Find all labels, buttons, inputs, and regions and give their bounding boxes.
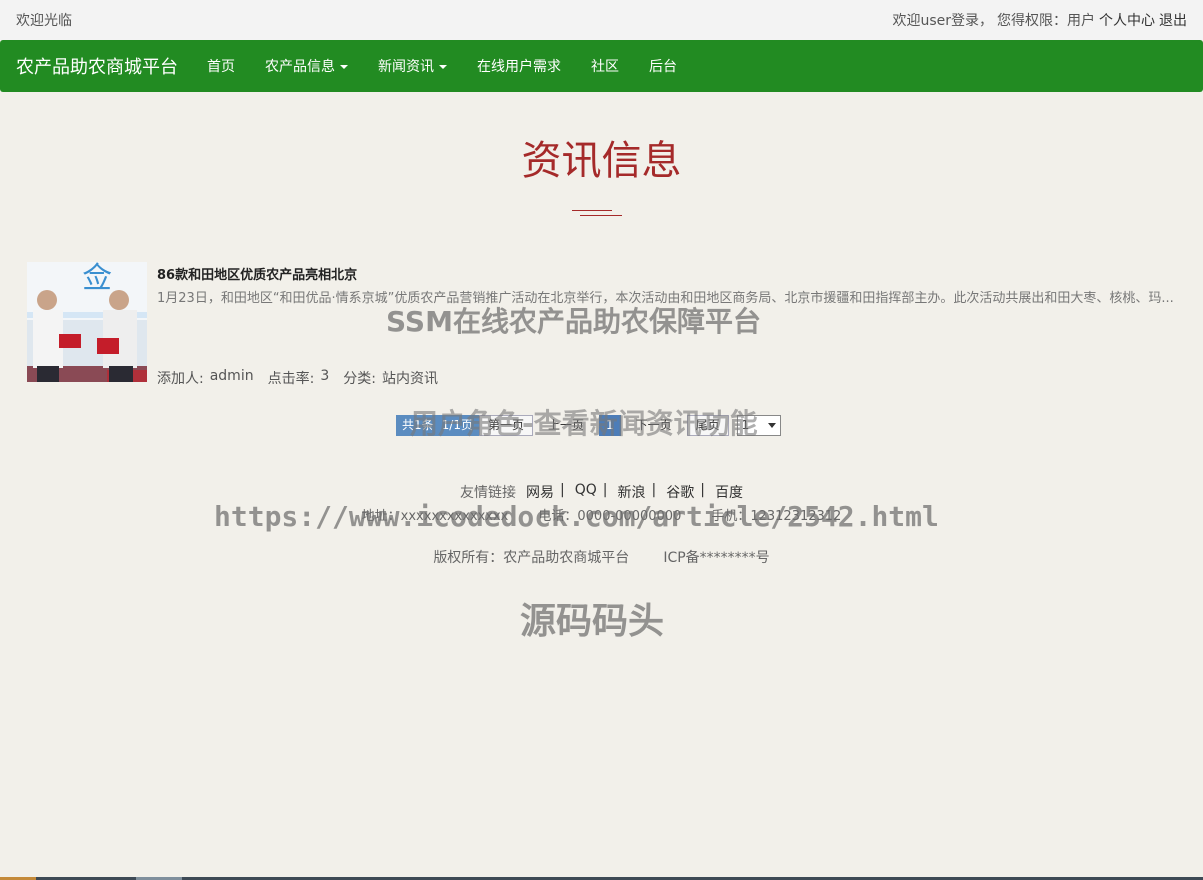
friend-links: 友情链接 网易 | QQ | 新浪 | 谷歌 | 百度 bbox=[0, 482, 1203, 502]
link-google[interactable]: 谷歌 bbox=[666, 482, 694, 502]
page-select-value: 1 bbox=[741, 418, 750, 432]
title-divider bbox=[572, 210, 622, 218]
mobile: 手机：12312312312 bbox=[711, 509, 842, 524]
thumb-glyph: 佥 bbox=[82, 262, 112, 296]
nav-admin-label: 后台 bbox=[649, 59, 677, 75]
news-photo-image: 佥 bbox=[27, 262, 147, 382]
friend-links-label: 友情链接 bbox=[460, 485, 517, 501]
top-bar: 欢迎光临 欢迎user登录， 您得权限：用户 个人中心 退出 bbox=[0, 0, 1203, 40]
phone: 电话：0000-00000000 bbox=[538, 509, 682, 524]
link-separator: | bbox=[651, 482, 657, 498]
link-qq[interactable]: QQ bbox=[575, 482, 597, 502]
user-info: 欢迎user登录， 您得权限：用户 个人中心 退出 bbox=[892, 10, 1187, 30]
main-navbar: 农产品助农商城平台 首页 农产品信息 新闻资讯 在线用户需求 社区 后台 bbox=[0, 40, 1203, 92]
nav-admin[interactable]: 后台 bbox=[634, 56, 692, 76]
link-netease[interactable]: 网易 bbox=[526, 482, 554, 502]
first-page-button[interactable]: 第一页 bbox=[478, 414, 533, 436]
personal-center-link[interactable]: 个人中心 bbox=[1099, 10, 1155, 30]
news-summary: 1月23日，和田地区“和田优品·情系京城”优质农产品营销推广活动在北京举行，本次… bbox=[157, 291, 1174, 306]
category-label: 分类: bbox=[343, 371, 376, 387]
added-by: 添加人: admin bbox=[157, 368, 254, 388]
prev-page-button[interactable]: 上一页 bbox=[539, 415, 593, 436]
added-by-label: 添加人: bbox=[157, 371, 204, 387]
address: 地址：xxxxxxxxxxxxxx bbox=[361, 509, 509, 524]
link-baidu[interactable]: 百度 bbox=[715, 482, 743, 502]
nav-community[interactable]: 社区 bbox=[576, 56, 634, 76]
click-count-value: 3 bbox=[320, 368, 330, 384]
news-thumbnail[interactable]: 佥 bbox=[27, 262, 147, 382]
caret-down-icon bbox=[439, 65, 447, 69]
added-by-value: admin bbox=[209, 368, 254, 384]
link-separator: | bbox=[602, 482, 608, 498]
news-meta: 添加人: admin 点击率: 3 分类: 站内资讯 bbox=[157, 368, 438, 388]
category-value: 站内资讯 bbox=[381, 371, 438, 387]
role-text: 您得权限：用户 bbox=[997, 13, 1095, 29]
current-page[interactable]: 1 bbox=[599, 414, 621, 436]
copyright-bar: 版权所有：农产品助农商城平台 ICP备********号 bbox=[0, 547, 1203, 567]
nav-community-label: 社区 bbox=[591, 59, 619, 75]
news-title[interactable]: 86款和田地区优质农产品亮相北京 bbox=[157, 264, 357, 283]
nav-products-dropdown[interactable]: 农产品信息 bbox=[250, 56, 363, 76]
welcome-text: 欢迎光临 bbox=[16, 13, 72, 29]
brand-logo[interactable]: 农产品助农商城平台 bbox=[16, 53, 178, 79]
next-page-button[interactable]: 下一页 bbox=[627, 415, 681, 436]
category: 分类: 站内资讯 bbox=[343, 368, 438, 388]
watermark-brand: 源码码头 bbox=[520, 601, 665, 642]
pagination: 共1条 1/1页 第一页 上一页 1 下一页 尾页 1 bbox=[396, 414, 781, 436]
last-page-button[interactable]: 尾页 bbox=[686, 414, 729, 436]
link-separator: | bbox=[560, 482, 565, 498]
contact-info: 地址：xxxxxxxxxxxxxx 电话：0000-00000000 手机：12… bbox=[0, 505, 1203, 524]
nav-home-label: 首页 bbox=[207, 59, 235, 75]
link-sina[interactable]: 新浪 bbox=[618, 482, 646, 502]
nav-news-dropdown[interactable]: 新闻资讯 bbox=[363, 56, 462, 76]
caret-down-icon bbox=[340, 65, 348, 69]
page-select[interactable]: 1 bbox=[736, 414, 781, 436]
click-count: 点击率: 3 bbox=[268, 368, 330, 388]
nav-news-label: 新闻资讯 bbox=[378, 59, 434, 75]
nav-home[interactable]: 首页 bbox=[192, 56, 250, 76]
icp-number: ICP备********号 bbox=[663, 550, 770, 566]
chevron-down-icon bbox=[767, 422, 776, 428]
copyright-text: 版权所有：农产品助农商城平台 bbox=[433, 550, 630, 566]
page-title: 资讯信息 bbox=[521, 138, 682, 184]
nav-products-label: 农产品信息 bbox=[265, 59, 335, 75]
page-count: 1/1页 bbox=[439, 414, 479, 436]
total-count: 共1条 bbox=[396, 414, 440, 436]
nav-user-demand[interactable]: 在线用户需求 bbox=[462, 56, 576, 76]
link-separator: | bbox=[700, 482, 705, 498]
login-status: 欢迎user登录， bbox=[892, 13, 993, 29]
click-count-label: 点击率: bbox=[267, 371, 315, 387]
news-list-item[interactable]: 佥 86款和田地区优质农产品亮相北京 1月23日，和田地区“和田优品·情系京城”… bbox=[27, 262, 1177, 387]
logout-link[interactable]: 退出 bbox=[1159, 10, 1187, 30]
nav-user-demand-label: 在线用户需求 bbox=[477, 59, 561, 75]
